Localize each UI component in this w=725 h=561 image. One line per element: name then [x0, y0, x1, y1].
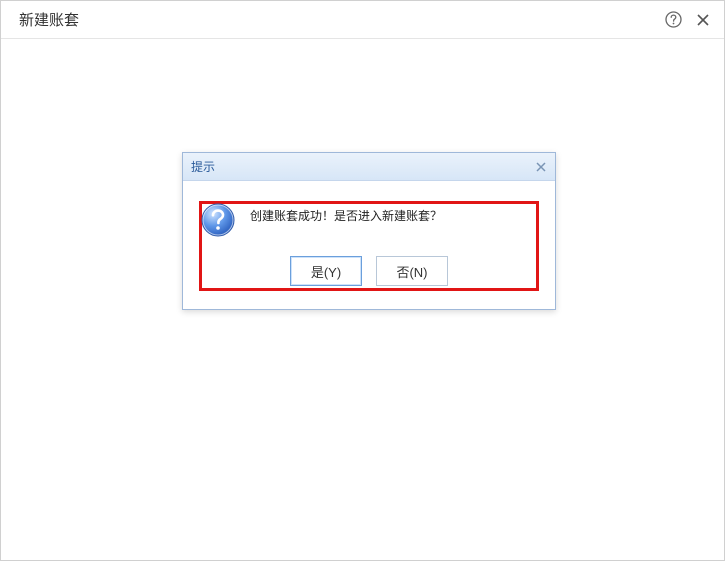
confirm-dialog: 提示	[182, 152, 556, 310]
window-actions	[664, 11, 712, 29]
window-title: 新建账套	[19, 9, 79, 30]
dialog-body: 创建账套成功！是否进入新建账套？ 是(Y) 否(N)	[183, 181, 555, 309]
dialog-close-icon[interactable]	[532, 158, 550, 176]
content-area: 提示	[1, 39, 724, 560]
no-button[interactable]: 否(N)	[376, 256, 448, 286]
window-title-bar: 新建账套	[1, 1, 724, 39]
yes-button[interactable]: 是(Y)	[290, 256, 362, 286]
main-window: 新建账套 提示	[0, 0, 725, 561]
highlight-box: 创建账套成功！是否进入新建账套？ 是(Y) 否(N)	[199, 201, 539, 291]
dialog-title-bar: 提示	[183, 153, 555, 181]
question-icon	[200, 202, 236, 238]
dialog-title: 提示	[191, 158, 215, 175]
dialog-content: 创建账套成功！是否进入新建账套？	[202, 204, 536, 256]
dialog-buttons: 是(Y) 否(N)	[202, 256, 536, 288]
close-icon[interactable]	[694, 11, 712, 29]
help-icon[interactable]	[664, 11, 682, 29]
dialog-message: 创建账套成功！是否进入新建账套？	[250, 204, 442, 225]
